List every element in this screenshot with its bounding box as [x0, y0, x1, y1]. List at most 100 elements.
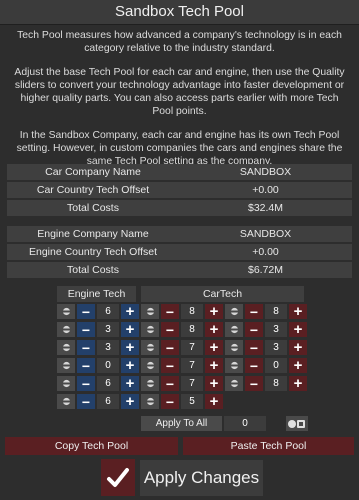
car-tech-left-3-increment-button[interactable]: +: [205, 357, 223, 374]
description-paragraph-1: Tech Pool measures how advanced a compan…: [17, 30, 342, 54]
car-tech-left-4-decrement-button[interactable]: −: [161, 376, 179, 392]
engine-total-costs-label: Total Costs: [7, 262, 179, 278]
engine-tech-1-decrement-button[interactable]: −: [77, 322, 95, 338]
engine-tech-0-value[interactable]: 6: [97, 304, 119, 319]
engine-tech-5-increment-button[interactable]: +: [121, 393, 139, 410]
car-tech-right-4-increment-button[interactable]: +: [289, 375, 307, 392]
aspiration-icon: [57, 358, 75, 373]
car-tech-left-1-decrement-button[interactable]: −: [161, 322, 179, 338]
car-tech-left-3-decrement-button[interactable]: −: [161, 358, 179, 374]
engine-tech-5-row: −6 +: [57, 393, 139, 410]
car-tech-right-3-increment-button[interactable]: +: [289, 357, 307, 374]
car-tech-right-2-row: −3 +: [225, 339, 307, 356]
engine-tech-2-increment-button[interactable]: +: [121, 339, 139, 356]
car-tech-right-4-value[interactable]: 8: [265, 376, 287, 391]
copy-tech-pool-button[interactable]: Copy Tech Pool: [5, 437, 178, 455]
car-company-name-value: SANDBOX: [179, 164, 352, 180]
engine-tech-0-decrement-button[interactable]: −: [77, 304, 95, 320]
car-tech-left-3-row: −7 +: [141, 357, 223, 374]
car-tech-left-5-decrement-button[interactable]: −: [161, 394, 179, 410]
car-tech-left-2-row: −7 +: [141, 339, 223, 356]
brake-icon: [225, 322, 243, 337]
car-tech-right-1-increment-button[interactable]: +: [289, 321, 307, 338]
car-company-name-label: Car Company Name: [7, 164, 179, 180]
engine-tech-3-decrement-button[interactable]: −: [77, 358, 95, 374]
car-tech-left-5-row: −5 +: [141, 393, 223, 410]
car-country-offset-value: +0.00: [179, 182, 352, 198]
car-tech-left-0-value[interactable]: 8: [181, 304, 203, 319]
description-paragraph-2: Adjust the base Tech Pool for each car a…: [14, 67, 345, 117]
car-tech-right-0-value[interactable]: 8: [265, 304, 287, 319]
paste-tech-pool-button[interactable]: Paste Tech Pool: [183, 437, 354, 455]
car-tech-left-1-value[interactable]: 8: [181, 322, 203, 337]
apply-changes-button[interactable]: Apply Changes: [140, 460, 263, 496]
car-tech-right-4-decrement-button[interactable]: −: [245, 376, 263, 392]
engine-tech-0-increment-button[interactable]: +: [121, 303, 139, 320]
engine-company-name-value: SANDBOX: [179, 226, 352, 242]
car-tech-left-5-increment-button[interactable]: +: [205, 393, 223, 410]
car-tech-right-2-decrement-button[interactable]: −: [245, 340, 263, 356]
chassis-icon: [141, 304, 159, 319]
car-tech-right-0-increment-button[interactable]: +: [289, 303, 307, 320]
engine-tech-3-value[interactable]: 0: [97, 358, 119, 373]
car-tech-right-2-value[interactable]: 3: [265, 340, 287, 355]
car-tech-right-0-decrement-button[interactable]: −: [245, 304, 263, 320]
car-tech-left-2-decrement-button[interactable]: −: [161, 340, 179, 356]
engine-tech-5-decrement-button[interactable]: −: [77, 394, 95, 410]
apply-target-toggle-icon[interactable]: [286, 416, 308, 431]
material-icon: [225, 376, 243, 391]
car-tech-left-3-value[interactable]: 7: [181, 358, 203, 373]
engine-tech-4-increment-button[interactable]: +: [121, 375, 139, 392]
car-tech-left-0-row: −8 +: [141, 303, 223, 320]
car-tech-right-3-value[interactable]: 0: [265, 358, 287, 373]
engine-tech-5-value[interactable]: 6: [97, 394, 119, 409]
transmission-icon: [141, 358, 159, 373]
car-tech-left-4-increment-button[interactable]: +: [205, 375, 223, 392]
engine-tech-3-increment-button[interactable]: +: [121, 357, 139, 374]
car-tech-left-1-increment-button[interactable]: +: [205, 321, 223, 338]
car-tech-right-1-decrement-button[interactable]: −: [245, 322, 263, 338]
car-tech-left-0-increment-button[interactable]: +: [205, 303, 223, 320]
window-title: Sandbox Tech Pool: [0, 0, 359, 25]
description: Tech Pool measures how advanced a compan…: [10, 29, 349, 179]
car-tech-left-2-increment-button[interactable]: +: [205, 339, 223, 356]
car-company-table: Car Company Name SANDBOX Car Country Tech…: [7, 162, 352, 218]
car-tech-right-3-decrement-button[interactable]: −: [245, 358, 263, 374]
wheel-icon: [225, 304, 243, 319]
engine-tech-2-decrement-button[interactable]: −: [77, 340, 95, 356]
car-tech-left-0-decrement-button[interactable]: −: [161, 304, 179, 320]
steering-icon: [141, 340, 159, 355]
car-tech-left-2-value[interactable]: 7: [181, 340, 203, 355]
car-total-costs-value: $32.4M: [179, 200, 352, 216]
engine-tech-4-value[interactable]: 6: [97, 376, 119, 391]
apply-to-all-button[interactable]: Apply To All: [141, 416, 222, 431]
car-tech-left-4-row: −7 +: [141, 375, 223, 392]
exhaust-icon: [57, 394, 75, 409]
cylinder-head-icon: [57, 340, 75, 355]
car-tech-right-2-increment-button[interactable]: +: [289, 339, 307, 356]
engine-tech-2-value[interactable]: 3: [97, 340, 119, 355]
apply-to-all-input[interactable]: 0: [224, 416, 266, 431]
engine-country-offset-value: +0.00: [179, 244, 352, 260]
car-tech-left-1-row: −8 +: [141, 321, 223, 338]
engine-tech-1-row: −3 +: [57, 321, 139, 338]
engine-tech-1-increment-button[interactable]: +: [121, 321, 139, 338]
safety-icon: [225, 340, 243, 355]
car-tech-right-1-row: −3 +: [225, 321, 307, 338]
engine-tech-1-value[interactable]: 3: [97, 322, 119, 337]
engine-tech-4-decrement-button[interactable]: −: [77, 376, 95, 392]
car-tech-header: CarTech: [141, 286, 304, 302]
engine-company-table: Engine Company Name SANDBOX Engine Countr…: [7, 224, 352, 280]
car-tech-right-1-value[interactable]: 3: [265, 322, 287, 337]
interior-icon: [141, 394, 159, 409]
car-tech-right-3-row: −0 +: [225, 357, 307, 374]
apply-checkmark-button[interactable]: [101, 459, 135, 496]
car-tech-left-5-value[interactable]: 5: [181, 394, 203, 409]
engine-tech-header: Engine Tech: [57, 286, 136, 302]
car-tech-left-4-value[interactable]: 7: [181, 376, 203, 391]
fuel-pump-icon: [57, 376, 75, 391]
engine-tech-4-row: −6 +: [57, 375, 139, 392]
engine-company-name-label: Engine Company Name: [7, 226, 179, 242]
crankshaft-icon: [57, 322, 75, 337]
tire-icon: [225, 358, 243, 373]
